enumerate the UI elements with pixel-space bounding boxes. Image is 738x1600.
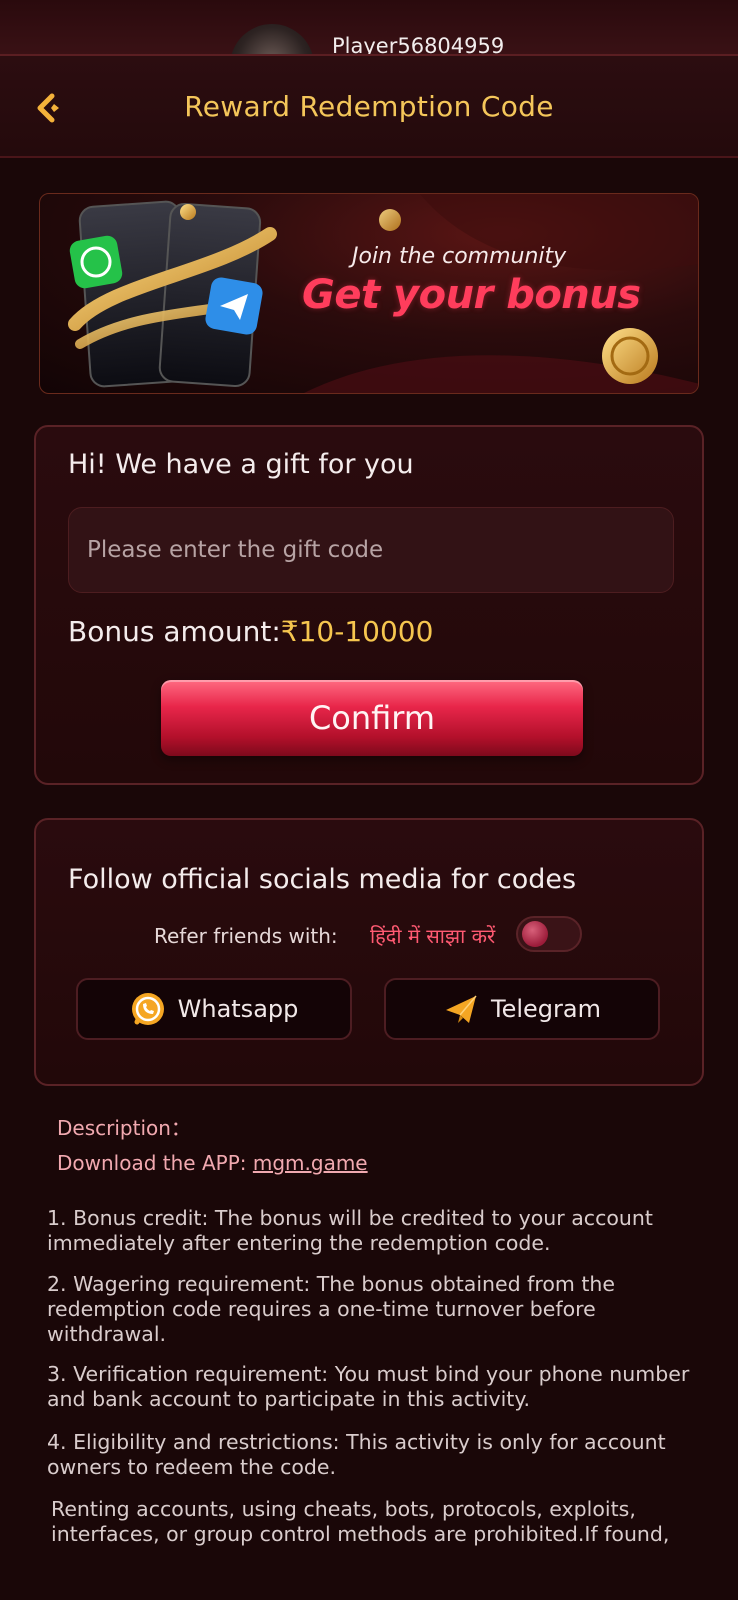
download-link[interactable]: mgm.game [253, 1151, 368, 1175]
telegram-label: Telegram [491, 995, 601, 1023]
telegram-plane-icon [446, 995, 477, 1023]
rule-item: 3. Verification requirement: You must bi… [47, 1362, 690, 1411]
banner-subtitle: Join the community [352, 244, 567, 269]
rule-item: 1. Bonus credit: The bonus will be credi… [47, 1206, 653, 1255]
profile-strip: Player56804959 [0, 0, 738, 56]
banner-title: Get your bonus [302, 272, 641, 318]
refer-label: Refer friends with: [154, 924, 338, 948]
bonus-label: Bonus amount: [68, 615, 281, 648]
page-header: Reward Redemption Code [0, 54, 738, 158]
confirm-button[interactable]: Confirm [161, 680, 583, 756]
toggle-knob [522, 921, 548, 947]
avatar[interactable] [230, 24, 314, 56]
bonus-amount: Bonus amount:₹10-10000 [68, 615, 433, 648]
bonus-value: ₹10-10000 [280, 615, 434, 648]
whatsapp-icon [131, 993, 164, 1025]
telegram-button[interactable]: Telegram [384, 978, 660, 1040]
community-banner[interactable]: Join the community Get your bonus [39, 193, 699, 394]
whatsapp-button[interactable]: Whatsapp [76, 978, 352, 1040]
gift-code-input[interactable] [68, 507, 674, 593]
hindi-share-label: हिंदी में साझा करें [370, 924, 496, 948]
player-name: Player56804959 [332, 34, 505, 56]
download-line: Download the APP: mgm.game [57, 1151, 368, 1175]
download-prefix: Download the APP: [57, 1151, 253, 1175]
page-title: Reward Redemption Code [184, 90, 554, 123]
socials-card: Follow official socials media for codes … [34, 818, 704, 1086]
whatsapp-label: Whatsapp [177, 995, 299, 1023]
gift-heading: Hi! We have a gift for you [68, 449, 414, 480]
rule-item: Renting accounts, using cheats, bots, pr… [51, 1497, 670, 1546]
description-title: Description： [57, 1116, 191, 1140]
rule-item: 2. Wagering requirement: The bonus obtai… [47, 1272, 616, 1346]
socials-heading: Follow official socials media for codes [68, 864, 577, 895]
hindi-share-toggle[interactable] [516, 916, 582, 952]
gift-code-card: Hi! We have a gift for you Bonus amount:… [34, 425, 704, 785]
rule-item: 4. Eligibility and restrictions: This ac… [47, 1430, 666, 1479]
